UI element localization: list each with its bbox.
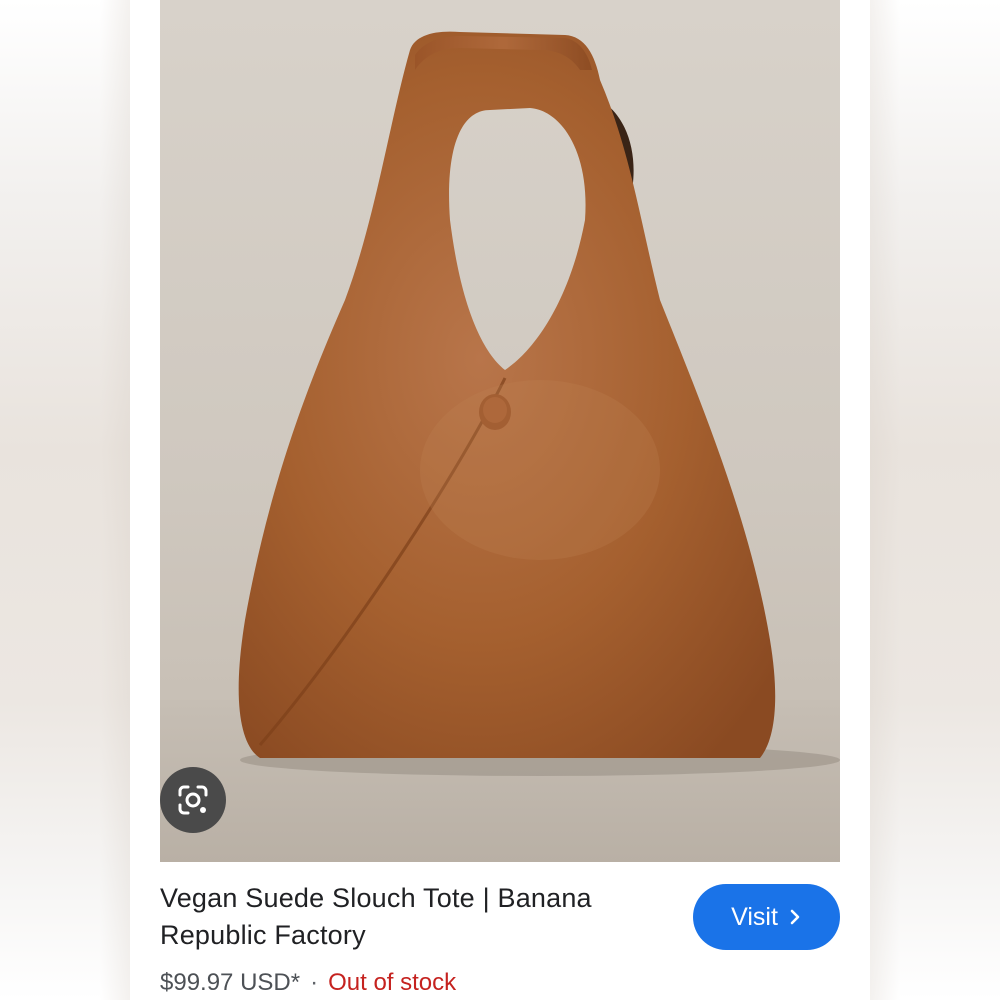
product-price: $99.97 USD* — [160, 969, 301, 996]
visit-button-label: Visit — [731, 902, 778, 931]
search-result-page: Vegan Suede Slouch Tote | Banana Republi… — [0, 0, 1000, 1000]
product-title[interactable]: Vegan Suede Slouch Tote | Banana Republi… — [160, 880, 660, 954]
tote-bag-illustration — [160, 31, 840, 862]
price-availability-row: $99.97 USD* · Out of stock — [160, 966, 456, 1000]
stock-status: Out of stock — [328, 969, 457, 996]
separator-dot: · — [310, 969, 319, 996]
google-lens-icon — [178, 785, 208, 815]
product-card: Vegan Suede Slouch Tote | Banana Republi… — [130, 0, 870, 1000]
visit-button[interactable]: Visit — [693, 884, 840, 950]
product-image[interactable] — [160, 0, 840, 862]
chevron-right-icon — [788, 908, 802, 926]
google-lens-button[interactable] — [160, 767, 226, 833]
